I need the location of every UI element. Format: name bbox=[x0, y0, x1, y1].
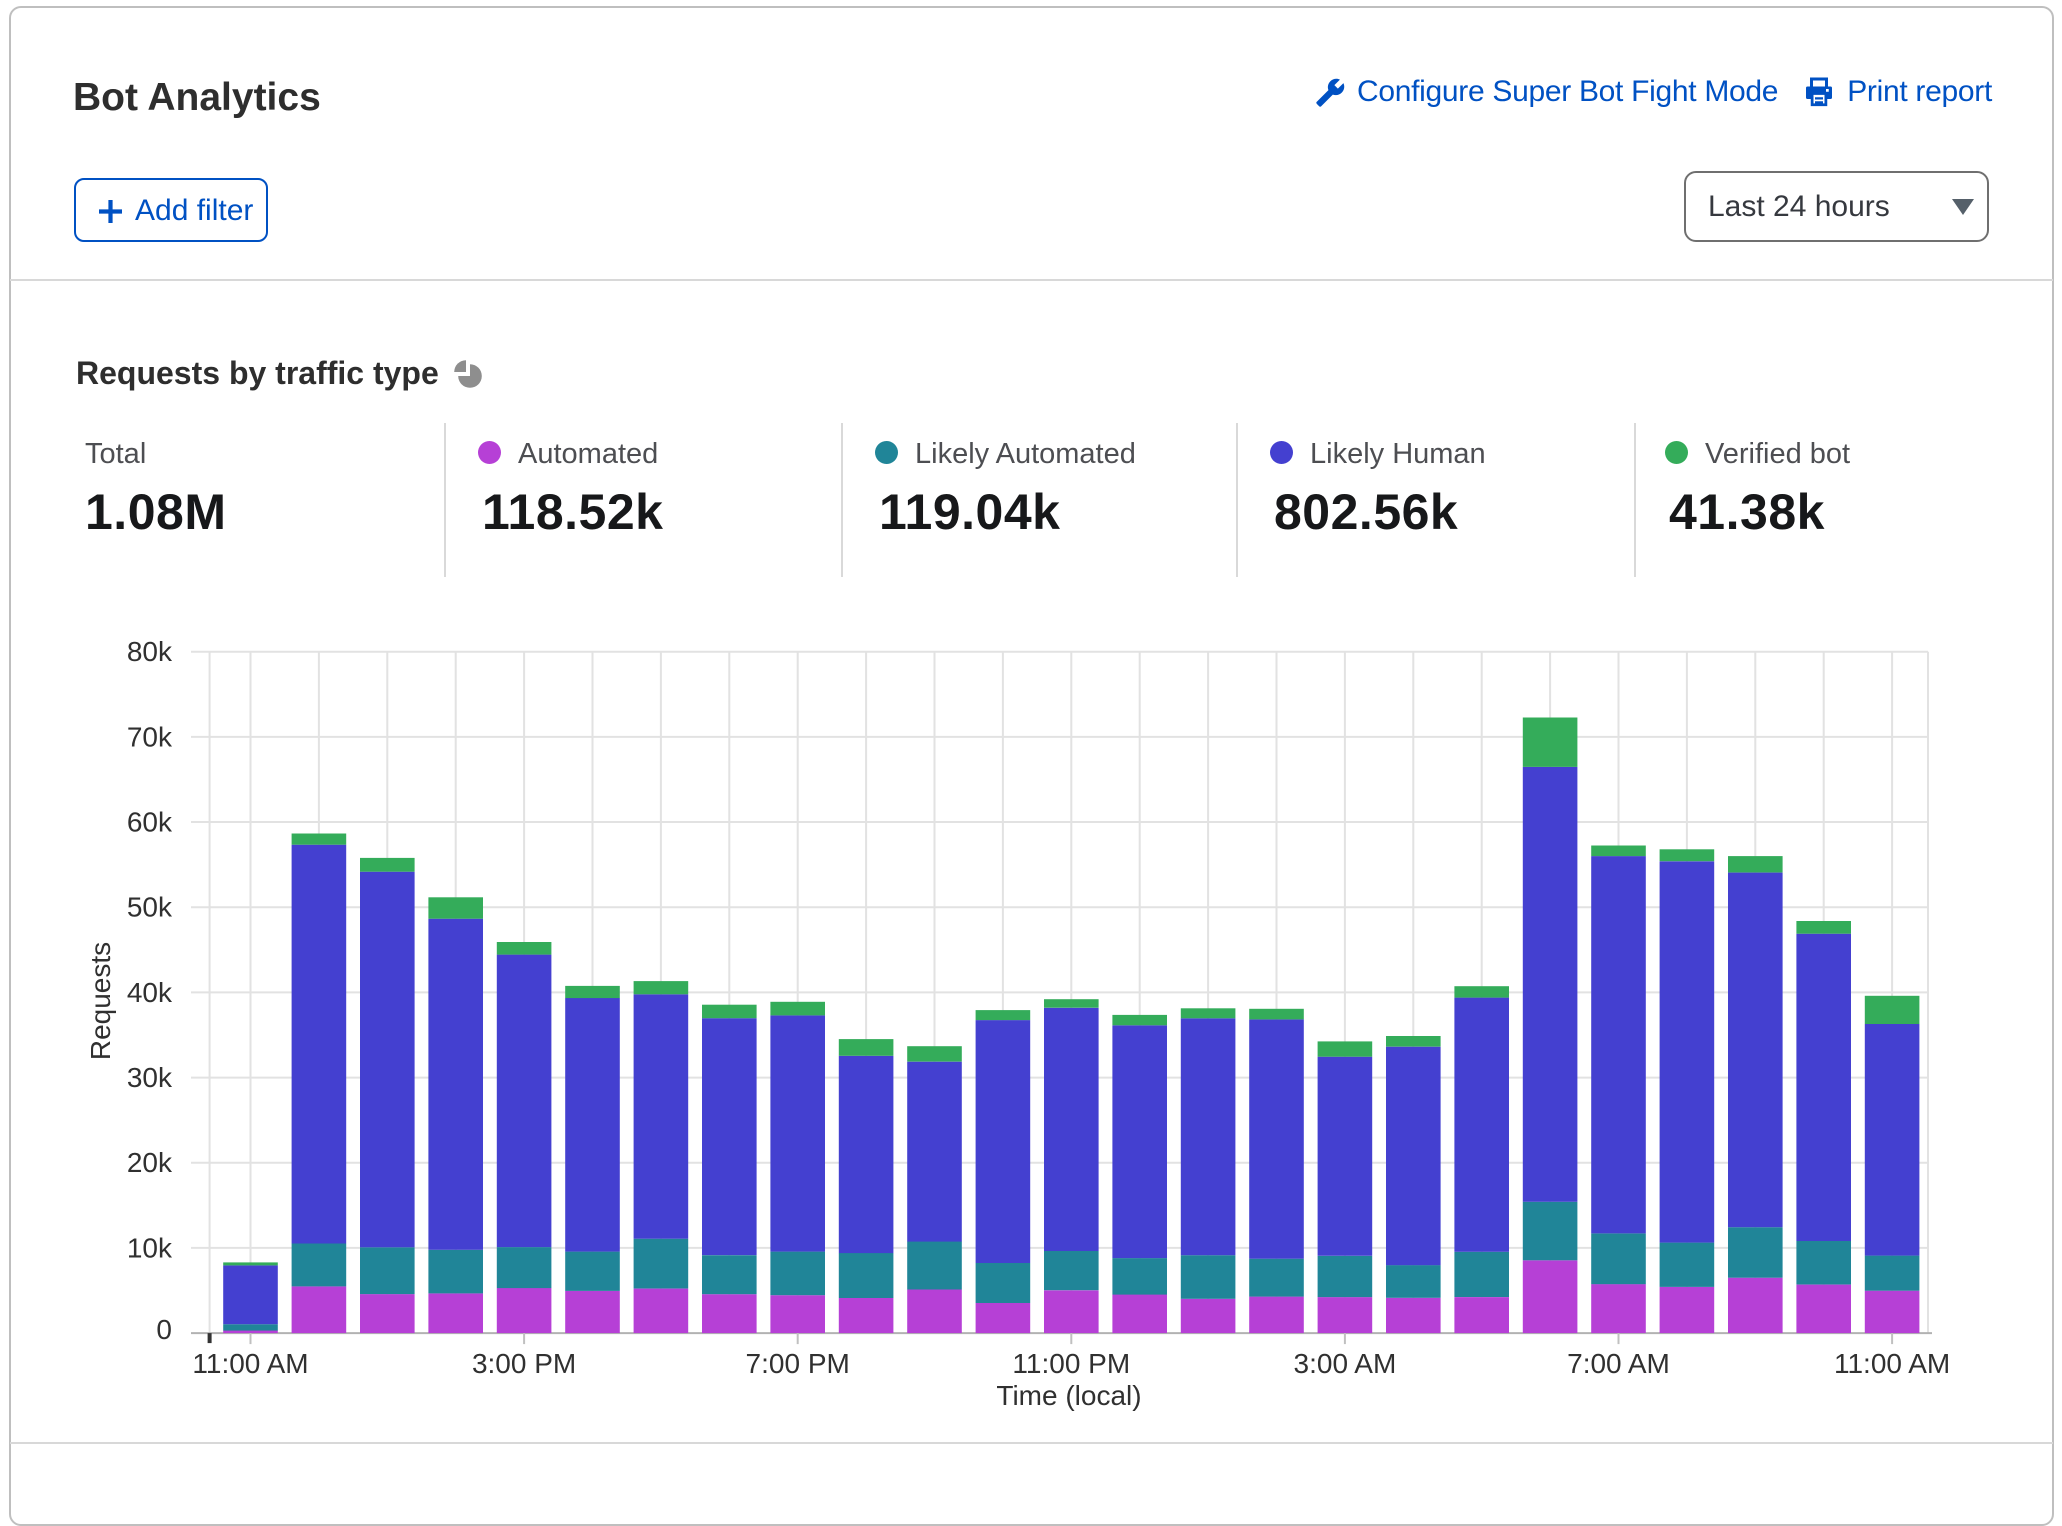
svg-text:7:00 PM: 7:00 PM bbox=[746, 1348, 850, 1379]
svg-text:30k: 30k bbox=[127, 1062, 173, 1093]
svg-text:11:00 PM: 11:00 PM bbox=[1012, 1348, 1130, 1379]
svg-text:60k: 60k bbox=[127, 807, 173, 838]
svg-text:3:00 AM: 3:00 AM bbox=[1294, 1348, 1397, 1379]
svg-text:3:00 PM: 3:00 PM bbox=[472, 1348, 576, 1379]
svg-text:Time (local): Time (local) bbox=[996, 1380, 1141, 1411]
svg-text:0: 0 bbox=[156, 1314, 172, 1345]
svg-text:80k: 80k bbox=[127, 636, 173, 667]
svg-text:7:00 AM: 7:00 AM bbox=[1567, 1348, 1670, 1379]
svg-text:11:00 AM: 11:00 AM bbox=[192, 1348, 308, 1379]
svg-text:50k: 50k bbox=[127, 892, 173, 923]
svg-text:70k: 70k bbox=[127, 721, 173, 752]
svg-text:Requests: Requests bbox=[85, 942, 116, 1060]
svg-text:20k: 20k bbox=[127, 1147, 173, 1178]
svg-text:10k: 10k bbox=[127, 1232, 173, 1263]
svg-text:11:00 AM: 11:00 AM bbox=[1834, 1348, 1950, 1379]
svg-text:40k: 40k bbox=[127, 977, 173, 1008]
